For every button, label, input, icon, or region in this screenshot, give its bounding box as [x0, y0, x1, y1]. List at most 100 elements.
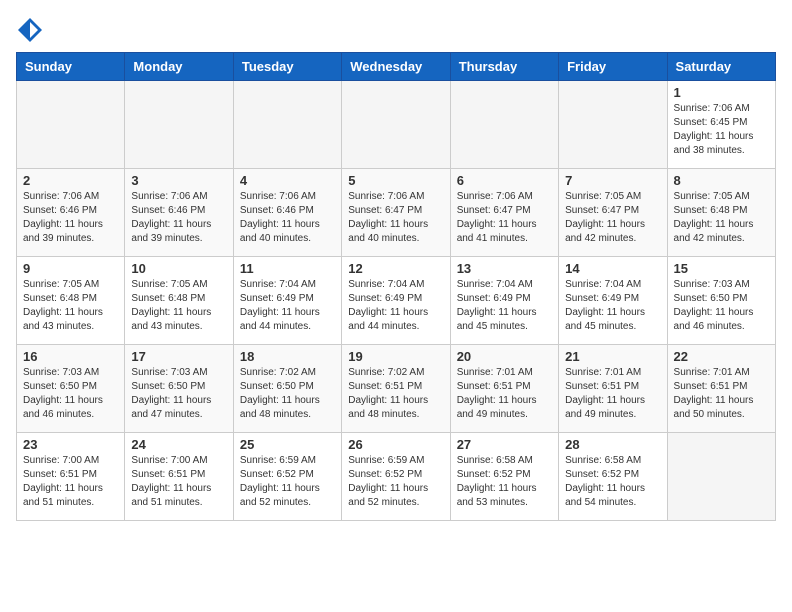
day-info: Sunrise: 6:58 AM Sunset: 6:52 PM Dayligh… [457, 454, 552, 510]
calendar-cell: 26 Sunrise: 6:59 AM Sunset: 6:52 PM Dayli… [342, 433, 450, 521]
calendar-cell: 24 Sunrise: 7:00 AM Sunset: 6:51 PM Dayli… [125, 433, 233, 521]
day-number: 1 [674, 85, 769, 100]
day-info: Sunrise: 7:05 AM Sunset: 6:47 PM Dayligh… [565, 190, 660, 246]
calendar-cell [125, 81, 233, 169]
calendar-cell [342, 81, 450, 169]
weekday-header: Thursday [450, 53, 558, 81]
calendar-cell: 7 Sunrise: 7:05 AM Sunset: 6:47 PM Daylig… [559, 169, 667, 257]
day-info: Sunrise: 7:06 AM Sunset: 6:47 PM Dayligh… [348, 190, 443, 246]
day-number: 21 [565, 349, 660, 364]
day-info: Sunrise: 6:59 AM Sunset: 6:52 PM Dayligh… [348, 454, 443, 510]
day-number: 17 [131, 349, 226, 364]
calendar-cell: 21 Sunrise: 7:01 AM Sunset: 6:51 PM Dayli… [559, 345, 667, 433]
day-number: 19 [348, 349, 443, 364]
day-info: Sunrise: 6:58 AM Sunset: 6:52 PM Dayligh… [565, 454, 660, 510]
day-info: Sunrise: 7:04 AM Sunset: 6:49 PM Dayligh… [348, 278, 443, 334]
day-number: 27 [457, 437, 552, 452]
day-info: Sunrise: 7:06 AM Sunset: 6:46 PM Dayligh… [240, 190, 335, 246]
day-number: 16 [23, 349, 118, 364]
calendar-cell: 15 Sunrise: 7:03 AM Sunset: 6:50 PM Dayli… [667, 257, 775, 345]
day-number: 2 [23, 173, 118, 188]
day-info: Sunrise: 7:01 AM Sunset: 6:51 PM Dayligh… [457, 366, 552, 422]
day-info: Sunrise: 7:05 AM Sunset: 6:48 PM Dayligh… [131, 278, 226, 334]
page-header [16, 16, 776, 44]
calendar-cell: 17 Sunrise: 7:03 AM Sunset: 6:50 PM Dayli… [125, 345, 233, 433]
day-number: 26 [348, 437, 443, 452]
day-info: Sunrise: 7:03 AM Sunset: 6:50 PM Dayligh… [23, 366, 118, 422]
weekday-header: Tuesday [233, 53, 341, 81]
day-number: 18 [240, 349, 335, 364]
calendar-cell: 22 Sunrise: 7:01 AM Sunset: 6:51 PM Dayli… [667, 345, 775, 433]
calendar-cell: 16 Sunrise: 7:03 AM Sunset: 6:50 PM Dayli… [17, 345, 125, 433]
calendar-cell: 20 Sunrise: 7:01 AM Sunset: 6:51 PM Dayli… [450, 345, 558, 433]
calendar-week-row: 16 Sunrise: 7:03 AM Sunset: 6:50 PM Dayli… [17, 345, 776, 433]
calendar-cell: 28 Sunrise: 6:58 AM Sunset: 6:52 PM Dayli… [559, 433, 667, 521]
weekday-header: Saturday [667, 53, 775, 81]
calendar-table: SundayMondayTuesdayWednesdayThursdayFrid… [16, 52, 776, 521]
day-number: 15 [674, 261, 769, 276]
calendar-cell: 2 Sunrise: 7:06 AM Sunset: 6:46 PM Daylig… [17, 169, 125, 257]
day-number: 22 [674, 349, 769, 364]
day-info: Sunrise: 7:02 AM Sunset: 6:50 PM Dayligh… [240, 366, 335, 422]
weekday-header: Monday [125, 53, 233, 81]
calendar-cell: 1 Sunrise: 7:06 AM Sunset: 6:45 PM Daylig… [667, 81, 775, 169]
day-info: Sunrise: 7:06 AM Sunset: 6:46 PM Dayligh… [131, 190, 226, 246]
calendar-cell: 5 Sunrise: 7:06 AM Sunset: 6:47 PM Daylig… [342, 169, 450, 257]
calendar-cell [667, 433, 775, 521]
day-number: 5 [348, 173, 443, 188]
calendar-cell [233, 81, 341, 169]
calendar-week-row: 1 Sunrise: 7:06 AM Sunset: 6:45 PM Daylig… [17, 81, 776, 169]
calendar-cell: 12Sunrise: 7:04 AM Sunset: 6:49 PM Dayli… [342, 257, 450, 345]
day-info: Sunrise: 7:03 AM Sunset: 6:50 PM Dayligh… [674, 278, 769, 334]
logo [16, 16, 48, 44]
calendar-cell: 8Sunrise: 7:05 AM Sunset: 6:48 PM Daylig… [667, 169, 775, 257]
calendar-week-row: 23 Sunrise: 7:00 AM Sunset: 6:51 PM Dayli… [17, 433, 776, 521]
day-info: Sunrise: 7:04 AM Sunset: 6:49 PM Dayligh… [457, 278, 552, 334]
calendar-cell: 3 Sunrise: 7:06 AM Sunset: 6:46 PM Daylig… [125, 169, 233, 257]
day-info: Sunrise: 7:01 AM Sunset: 6:51 PM Dayligh… [565, 366, 660, 422]
calendar-cell: 9 Sunrise: 7:05 AM Sunset: 6:48 PM Daylig… [17, 257, 125, 345]
calendar-cell: 6 Sunrise: 7:06 AM Sunset: 6:47 PM Daylig… [450, 169, 558, 257]
day-number: 20 [457, 349, 552, 364]
day-number: 6 [457, 173, 552, 188]
day-info: Sunrise: 7:04 AM Sunset: 6:49 PM Dayligh… [565, 278, 660, 334]
day-info: Sunrise: 7:06 AM Sunset: 6:46 PM Dayligh… [23, 190, 118, 246]
calendar-cell: 27 Sunrise: 6:58 AM Sunset: 6:52 PM Dayli… [450, 433, 558, 521]
day-info: Sunrise: 7:05 AM Sunset: 6:48 PM Dayligh… [23, 278, 118, 334]
calendar-week-row: 9 Sunrise: 7:05 AM Sunset: 6:48 PM Daylig… [17, 257, 776, 345]
day-info: Sunrise: 7:06 AM Sunset: 6:45 PM Dayligh… [674, 102, 769, 158]
weekday-header-row: SundayMondayTuesdayWednesdayThursdayFrid… [17, 53, 776, 81]
day-number: 10 [131, 261, 226, 276]
day-number: 11 [240, 261, 335, 276]
day-info: Sunrise: 7:03 AM Sunset: 6:50 PM Dayligh… [131, 366, 226, 422]
calendar-cell: 11 Sunrise: 7:04 AM Sunset: 6:49 PM Dayli… [233, 257, 341, 345]
day-number: 24 [131, 437, 226, 452]
day-info: Sunrise: 7:00 AM Sunset: 6:51 PM Dayligh… [23, 454, 118, 510]
day-info: Sunrise: 7:01 AM Sunset: 6:51 PM Dayligh… [674, 366, 769, 422]
calendar-cell: 14 Sunrise: 7:04 AM Sunset: 6:49 PM Dayli… [559, 257, 667, 345]
calendar-cell: 25 Sunrise: 6:59 AM Sunset: 6:52 PM Dayli… [233, 433, 341, 521]
day-number: 4 [240, 173, 335, 188]
calendar-cell: 18 Sunrise: 7:02 AM Sunset: 6:50 PM Dayli… [233, 345, 341, 433]
day-number: 28 [565, 437, 660, 452]
weekday-header: Wednesday [342, 53, 450, 81]
day-number: 23 [23, 437, 118, 452]
day-number: 14 [565, 261, 660, 276]
calendar-cell: 10 Sunrise: 7:05 AM Sunset: 6:48 PM Dayli… [125, 257, 233, 345]
day-number: 13 [457, 261, 552, 276]
calendar-cell [559, 81, 667, 169]
day-info: Sunrise: 6:59 AM Sunset: 6:52 PM Dayligh… [240, 454, 335, 510]
calendar-cell: 19Sunrise: 7:02 AM Sunset: 6:51 PM Dayli… [342, 345, 450, 433]
day-number: 3 [131, 173, 226, 188]
calendar-cell: 23 Sunrise: 7:00 AM Sunset: 6:51 PM Dayli… [17, 433, 125, 521]
day-number: 25 [240, 437, 335, 452]
calendar-cell: 13 Sunrise: 7:04 AM Sunset: 6:49 PM Dayli… [450, 257, 558, 345]
logo-icon [16, 16, 44, 44]
calendar-cell [450, 81, 558, 169]
day-info: Sunrise: 7:00 AM Sunset: 6:51 PM Dayligh… [131, 454, 226, 510]
calendar-week-row: 2 Sunrise: 7:06 AM Sunset: 6:46 PM Daylig… [17, 169, 776, 257]
day-number: 9 [23, 261, 118, 276]
day-info: Sunrise: 7:04 AM Sunset: 6:49 PM Dayligh… [240, 278, 335, 334]
day-info: Sunrise: 7:06 AM Sunset: 6:47 PM Dayligh… [457, 190, 552, 246]
day-number: 7 [565, 173, 660, 188]
